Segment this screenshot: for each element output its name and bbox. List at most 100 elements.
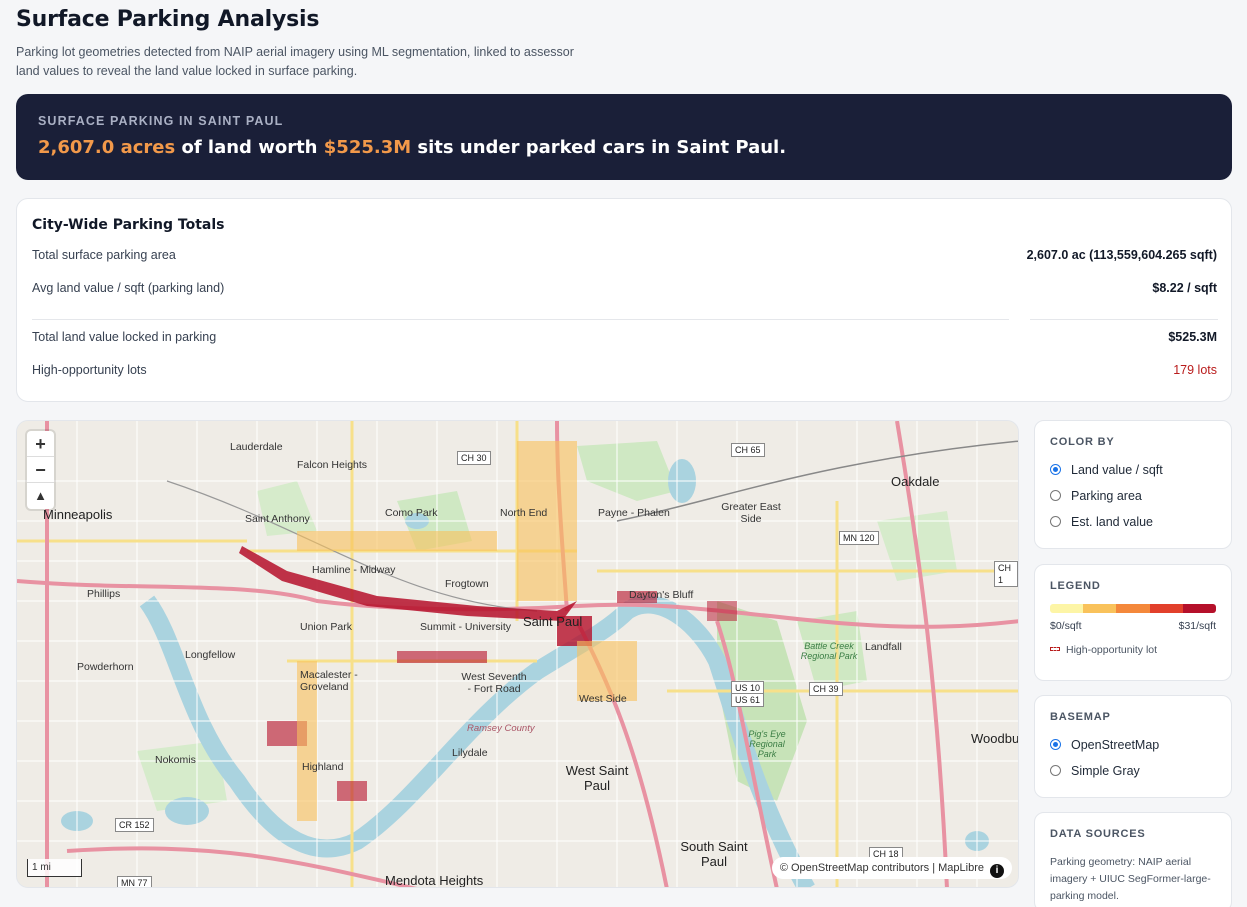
data-sources-title: DATA SOURCES bbox=[1050, 828, 1146, 840]
info-icon[interactable]: i bbox=[990, 864, 1004, 878]
basemap-panel: BASEMAP OpenStreetMap Simple Gray bbox=[1034, 695, 1232, 798]
page-description: Parking lot geometries detected from NAI… bbox=[16, 45, 574, 78]
legend-panel: LEGEND $0/sqft $31/sqft High-opportunity… bbox=[1034, 564, 1232, 681]
map-label-greater-east-side: Greater East Side bbox=[721, 501, 781, 525]
basemap-title: BASEMAP bbox=[1050, 711, 1111, 723]
map-label-woodbury: Woodbu bbox=[971, 731, 1019, 746]
option-label: Simple Gray bbox=[1071, 764, 1140, 778]
page-title: Surface Parking Analysis bbox=[16, 7, 320, 32]
data-sources-text: Parking geometry: NAIP aerial imagery + … bbox=[1050, 856, 1211, 902]
high-opportunity-legend: High-opportunity lot bbox=[1050, 644, 1216, 656]
option-label: Est. land value bbox=[1071, 515, 1153, 529]
zoom-in-button[interactable]: + bbox=[27, 431, 54, 457]
totals-title: City-Wide Parking Totals bbox=[32, 217, 225, 233]
map-label-summit-university: Summit - University bbox=[420, 621, 512, 633]
map-label-union-park: Union Park bbox=[300, 621, 352, 633]
map-label-powderhorn: Powderhorn bbox=[77, 661, 134, 673]
map-label-north-end: North End bbox=[500, 507, 548, 519]
banner-text-end: sits under parked cars in Saint Paul. bbox=[411, 137, 787, 158]
option-label: Land value / sqft bbox=[1071, 463, 1163, 477]
map-label-saint-anthony: Saint Anthony bbox=[245, 513, 310, 525]
map-label-pigs-eye: Pig's Eye Regional Park bbox=[748, 729, 786, 759]
divider bbox=[1030, 319, 1218, 320]
option-label: OpenStreetMap bbox=[1071, 738, 1160, 752]
color-ramp bbox=[1050, 604, 1216, 613]
zoom-controls: + − ▲ bbox=[27, 431, 54, 509]
map-label-ramsey-county: Ramsey County bbox=[467, 723, 535, 734]
ramp-swatch bbox=[1050, 604, 1084, 613]
map-label-highland: Highland bbox=[302, 761, 344, 773]
color-by-option-land-value[interactable]: Land value / sqft bbox=[1050, 462, 1216, 478]
map-label-minneapolis: Minneapolis bbox=[43, 507, 113, 522]
map-label-hamline-midway: Hamline - Midway bbox=[312, 564, 396, 576]
row-value: $525.3M bbox=[1168, 330, 1217, 344]
row-value: $8.22 / sqft bbox=[1152, 281, 1217, 295]
color-by-option-parking-area[interactable]: Parking area bbox=[1050, 488, 1216, 504]
radio-selected-icon[interactable] bbox=[1050, 739, 1061, 750]
map-label-west-side: West Side bbox=[579, 693, 627, 705]
map-label-lauderdale: Lauderdale bbox=[230, 441, 283, 453]
route-shield-cr152: CR 152 bbox=[115, 818, 154, 832]
route-shield-ch1: CH 1 bbox=[994, 561, 1018, 587]
scale-bar: 1 mi bbox=[27, 859, 82, 877]
radio-selected-icon[interactable] bbox=[1050, 464, 1061, 475]
banner-text-mid: of land worth bbox=[175, 137, 324, 158]
high-opportunity-row: High-opportunity lots 179 lots bbox=[32, 363, 1217, 383]
banner-kicker: SURFACE PARKING IN SAINT PAUL bbox=[38, 114, 284, 128]
divider bbox=[32, 319, 1009, 320]
map-attribution: © OpenStreetMap contributors | MapLibre i bbox=[771, 857, 1012, 879]
map-label-falcon-heights: Falcon Heights bbox=[297, 459, 368, 471]
row-value: 179 lots bbox=[1173, 363, 1217, 377]
map-label-macalester: Macalester - Groveland bbox=[300, 669, 358, 693]
route-shield-mn120: MN 120 bbox=[839, 531, 879, 545]
map-label-frogtown: Frogtown bbox=[445, 578, 489, 590]
banner-headline: 2,607.0 acres of land worth $525.3M sits… bbox=[38, 137, 1210, 158]
map-label-west-saint-paul: West Saint Paul bbox=[565, 763, 629, 793]
zoom-out-button[interactable]: − bbox=[27, 457, 54, 483]
basemap-option-osm[interactable]: OpenStreetMap bbox=[1050, 737, 1216, 753]
map-basemap bbox=[17, 421, 1018, 887]
map-label-phillips: Phillips bbox=[87, 588, 121, 600]
map-label-longfellow: Longfellow bbox=[185, 649, 236, 661]
legend-title: LEGEND bbox=[1050, 580, 1101, 592]
banner-acres: 2,607.0 acres bbox=[38, 137, 176, 158]
color-by-title: COLOR BY bbox=[1050, 436, 1115, 448]
row-value: 2,607.0 ac (113,559,604.265 sqft) bbox=[1026, 248, 1217, 262]
data-sources-panel: DATA SOURCES Parking geometry: NAIP aeri… bbox=[1034, 812, 1232, 907]
radio-icon[interactable] bbox=[1050, 516, 1061, 527]
ramp-max-label: $31/sqft bbox=[1178, 620, 1216, 632]
ramp-min-label: $0/sqft bbox=[1050, 620, 1082, 632]
color-by-panel: COLOR BY Land value / sqft Parking area … bbox=[1034, 420, 1232, 549]
ramp-labels: $0/sqft $31/sqft bbox=[1050, 620, 1216, 634]
row-label: Avg land value / sqft (parking land) bbox=[32, 281, 225, 295]
summary-banner: SURFACE PARKING IN SAINT PAUL 2,607.0 ac… bbox=[16, 94, 1232, 180]
map-label-saint-paul: Saint Paul bbox=[523, 614, 583, 629]
compass-button[interactable]: ▲ bbox=[27, 483, 54, 509]
route-shield-ch39: CH 39 bbox=[809, 682, 843, 696]
map-label-west-seventh: West Seventh - Fort Road bbox=[461, 671, 527, 695]
city-wide-totals-card: City-Wide Parking Totals Total surface p… bbox=[16, 198, 1232, 402]
avg-land-value-row: Avg land value / sqft (parking land) $8.… bbox=[32, 281, 1217, 301]
banner-value: $525.3M bbox=[323, 137, 412, 158]
radio-icon[interactable] bbox=[1050, 490, 1061, 501]
option-label: Parking area bbox=[1071, 489, 1142, 503]
color-by-option-est-land-value[interactable]: Est. land value bbox=[1050, 514, 1216, 530]
total-parking-area-row: Total surface parking area 2,607.0 ac (1… bbox=[32, 248, 1217, 268]
radio-icon[interactable] bbox=[1050, 765, 1061, 776]
route-shield-ch65: CH 65 bbox=[731, 443, 765, 457]
route-shield-ch30: CH 30 bbox=[457, 451, 491, 465]
high-opportunity-label: High-opportunity lot bbox=[1066, 644, 1158, 656]
map-label-landfall: Landfall bbox=[865, 641, 902, 653]
row-label: High-opportunity lots bbox=[32, 363, 147, 377]
map-label-mendota-heights: Mendota Heights bbox=[385, 873, 484, 888]
attribution-text[interactable]: © OpenStreetMap contributors | MapLibre bbox=[780, 862, 984, 874]
basemap-option-simple-gray[interactable]: Simple Gray bbox=[1050, 763, 1216, 779]
row-label: Total land value locked in parking bbox=[32, 330, 217, 344]
total-land-value-row: Total land value locked in parking $525.… bbox=[32, 330, 1217, 350]
map-label-daytons-bluff: Dayton's Bluff bbox=[629, 589, 694, 601]
map-label-lilydale: Lilydale bbox=[452, 747, 488, 759]
map-label-battle-creek: Battle Creek Regional Park bbox=[800, 641, 858, 661]
map-label-payne-phalen: Payne - Phalen bbox=[598, 507, 670, 519]
parking-map[interactable]: Minneapolis Lauderdale Falcon Heights Sa… bbox=[16, 420, 1019, 888]
ramp-swatch bbox=[1083, 604, 1117, 613]
